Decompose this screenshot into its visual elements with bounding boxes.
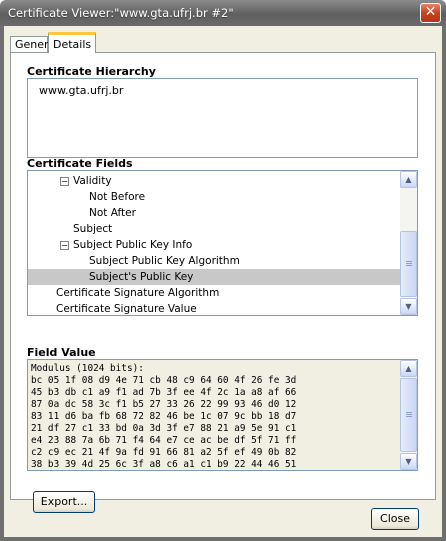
- field-row-label: Subject Public Key Algorithm: [89, 255, 240, 267]
- field-row-signature-algorithm[interactable]: Certificate Signature Algorithm: [28, 285, 400, 301]
- value-scrollbar[interactable]: ▲ ▼: [400, 360, 417, 470]
- export-button[interactable]: Export...: [33, 491, 95, 513]
- tab-details-label: Details: [53, 38, 92, 51]
- field-row-label: Subject's Public Key: [89, 271, 194, 283]
- field-row-not-after[interactable]: Not After: [28, 205, 400, 221]
- field-row-label: Certificate Signature Algorithm: [56, 287, 220, 299]
- hierarchy-item[interactable]: www.gta.ufrj.br: [39, 84, 123, 97]
- value-line: c2 c9 ec 21 4f 9a fd 91 66 81 a2 5f ef 4…: [31, 447, 297, 458]
- value-line: Modulus (1024 bits):: [31, 363, 144, 374]
- scroll-down-icon[interactable]: ▼: [400, 453, 417, 470]
- field-row-subjects-public-key[interactable]: Subject's Public Key: [28, 269, 400, 285]
- field-row-subject-public-key-info[interactable]: − Subject Public Key Info: [28, 237, 400, 253]
- scroll-down-icon[interactable]: ▼: [400, 298, 417, 315]
- field-row-signature-value[interactable]: Certificate Signature Value: [28, 301, 400, 315]
- dialog-client-area: General Details Certificate Hierarchy ww…: [4, 26, 442, 537]
- certificate-viewer-window: Certificate Viewer:"www.gta.ufrj.br #2" …: [0, 0, 446, 541]
- fields-scrollbar[interactable]: ▲ ▼: [400, 171, 417, 315]
- scroll-up-icon[interactable]: ▲: [400, 171, 417, 188]
- field-row-label: Validity: [73, 175, 112, 187]
- field-row-validity[interactable]: − Validity: [28, 173, 400, 189]
- certificate-hierarchy-tree[interactable]: www.gta.ufrj.br: [27, 78, 418, 158]
- value-line: 87 0a dc 58 3c f1 b5 27 33 26 22 99 93 4…: [31, 399, 297, 410]
- field-row-subject[interactable]: Subject: [28, 221, 400, 237]
- collapse-icon[interactable]: −: [60, 241, 69, 250]
- value-line: 38 b3 39 4d 25 6c 3f a8 c6 a1 c1 b9 22 4…: [31, 459, 297, 470]
- certificate-hierarchy-heading: Certificate Hierarchy: [27, 65, 156, 78]
- window-close-icon[interactable]: ✕: [420, 3, 441, 23]
- title-bar[interactable]: Certificate Viewer:"www.gta.ufrj.br #2" …: [0, 0, 446, 26]
- field-value-heading: Field Value: [27, 346, 96, 359]
- window-title: Certificate Viewer:"www.gta.ufrj.br #2": [8, 6, 234, 20]
- value-line: 21 df 27 c1 33 bd 0a 3d 3f e7 88 21 a9 5…: [31, 423, 297, 434]
- collapse-icon[interactable]: −: [60, 177, 69, 186]
- field-row-public-key-algorithm[interactable]: Subject Public Key Algorithm: [28, 253, 400, 269]
- tab-general[interactable]: General: [10, 36, 58, 52]
- certificate-fields-heading: Certificate Fields: [27, 157, 133, 170]
- value-line: e4 23 88 7a 6b 71 f4 64 e7 ce ac be df 5…: [31, 435, 297, 446]
- field-row-label: Subject: [73, 223, 113, 235]
- field-row-not-before[interactable]: Not Before: [28, 189, 400, 205]
- field-row-label: Subject Public Key Info: [73, 239, 193, 251]
- field-row-label: Certificate Signature Value: [56, 303, 197, 315]
- field-row-label: Not After: [89, 207, 136, 219]
- field-row-label: Not Before: [89, 191, 146, 203]
- details-tab-panel: Certificate Hierarchy www.gta.ufrj.br Ce…: [10, 52, 436, 513]
- close-button[interactable]: Close: [371, 508, 419, 530]
- certificate-fields-tree[interactable]: − Validity Not Before Not After Subject −…: [27, 170, 418, 316]
- field-value-textarea[interactable]: Modulus (1024 bits): bc 05 1f 08 d9 4e 7…: [27, 359, 418, 471]
- value-line: 83 11 d6 ba fb 68 72 82 46 be 1c 07 9c b…: [31, 411, 297, 422]
- value-line: bc 05 1f 08 d9 4e 71 cb 48 c9 64 60 4f 2…: [31, 375, 297, 386]
- scroll-thumb[interactable]: [400, 378, 417, 452]
- scroll-up-icon[interactable]: ▲: [400, 360, 417, 377]
- value-line: 45 b3 db c1 a9 f1 ad 7b 3f ee 4f 2c 1a a…: [31, 387, 297, 398]
- tab-details[interactable]: Details: [48, 32, 96, 53]
- scroll-thumb[interactable]: [400, 231, 417, 297]
